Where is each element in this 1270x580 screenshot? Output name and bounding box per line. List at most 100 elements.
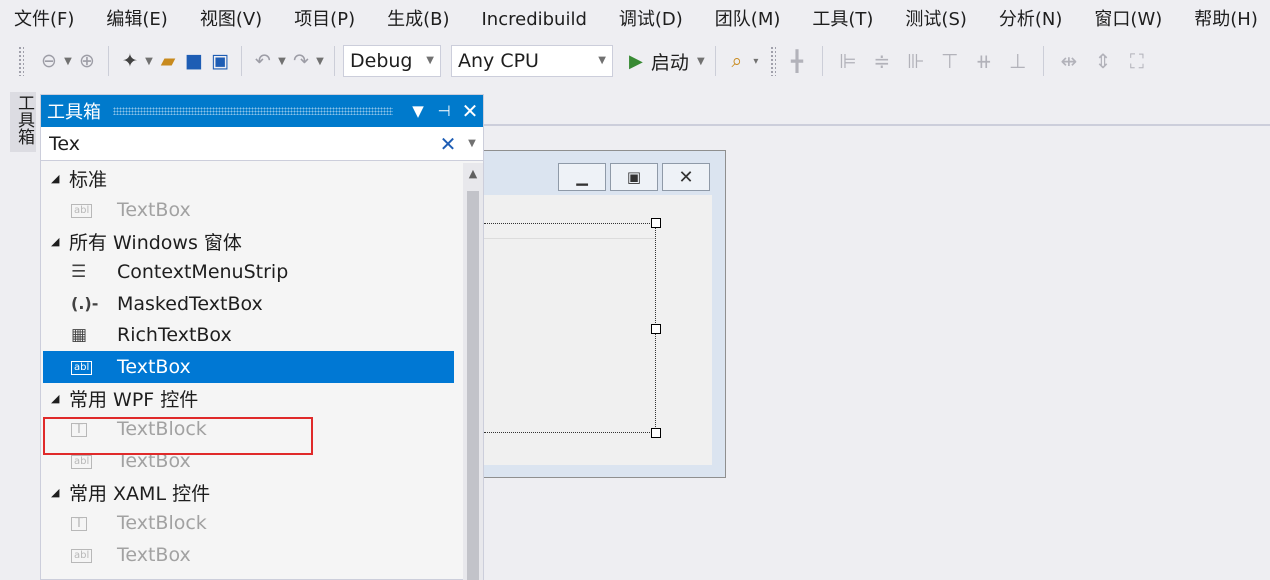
align-centers-icon[interactable]: ≑ [865,49,899,73]
start-dropdown-icon[interactable]: ▼ [695,56,707,67]
collapse-triangle-icon: ◢ [51,172,60,185]
start-button[interactable]: ▶ 启动 ▼ [629,48,707,75]
menu-help[interactable]: 帮助(H) [1178,0,1270,40]
tool-item-textbox[interactable]: abl TextBox [41,539,463,571]
pin-icon[interactable]: ⊣ [431,102,457,120]
align-middles-icon[interactable]: ⧺ [967,49,1001,73]
toolbox-list: ◢ 标准 abl TextBox ◢ 所有 Windows 窗体 ☰ Conte… [41,163,463,571]
resize-handle[interactable] [651,324,661,334]
size-to-grid-icon[interactable]: ⛶ [1120,49,1154,73]
menu-incredibuild[interactable]: Incredibuild [466,0,603,40]
search-input[interactable] [49,132,435,155]
resize-handle[interactable] [651,218,661,228]
menu-analyze[interactable]: 分析(N) [983,0,1079,40]
menu-build[interactable]: 生成(B) [371,0,465,40]
tool-item-textblock[interactable]: T TextBlock [41,414,463,446]
menu-team[interactable]: 团队(M) [699,0,797,40]
menu-project[interactable]: 项目(P) [278,0,371,40]
open-folder-icon[interactable]: ▰ [155,47,181,75]
align-tops-icon[interactable]: ⊤ [933,49,967,73]
group-common-wpf[interactable]: ◢ 常用 WPF 控件 [41,383,463,414]
maximize-icon: ▣ [610,163,658,191]
tool-label: TextBlock [117,512,207,535]
tool-label: TextBlock [117,418,207,441]
tool-item-richtextbox[interactable]: ▦ RichTextBox [41,320,463,352]
toolbox-scrollbar[interactable]: ▲ [463,163,483,580]
toolbox-title-bar[interactable]: 工具箱 ▼ ⊣ ✕ [41,95,483,127]
menu-test[interactable]: 测试(S) [889,0,982,40]
abl-icon: abl [71,547,117,563]
clear-search-icon[interactable]: ✕ [435,132,461,156]
group-all-windows-forms[interactable]: ◢ 所有 Windows 窗体 [41,226,463,257]
form-client-area[interactable] [484,195,712,465]
new-project-icon[interactable]: ✦ [117,47,143,75]
group-label: 所有 Windows 窗体 [69,231,242,254]
toolbar-grip[interactable] [18,46,24,76]
collapse-triangle-icon: ◢ [51,234,60,248]
menu-tools[interactable]: 工具(T) [796,0,889,40]
tool-item-textbox-selected[interactable]: abl TextBox [43,351,454,383]
toolbar-separator [821,46,823,76]
menu-window[interactable]: 窗口(W) [1078,0,1178,40]
align-lefts-icon[interactable]: ⊫ [831,49,865,73]
textbox-inner-border [484,238,655,239]
new-dropdown-icon[interactable]: ▼ [143,56,155,67]
tool-item-contextmenustrip[interactable]: ☰ ContextMenuStrip [41,257,463,289]
textbox-control[interactable] [484,218,661,438]
save-icon[interactable]: ■ [181,47,207,75]
back-icon[interactable]: ⊖ [36,47,62,75]
forward-icon[interactable]: ⊕ [74,47,100,75]
toolbox-search: ✕ ▼ [41,127,483,161]
toolbar-grip[interactable] [769,46,776,76]
tool-label: RichTextBox [117,324,232,347]
menu-debug[interactable]: 调试(D) [603,0,699,40]
tool-item-textbox[interactable]: abl TextBox [41,194,463,226]
menu-edit[interactable]: 编辑(E) [90,0,183,40]
toolbar-separator [1042,46,1044,76]
back-dropdown-icon[interactable]: ▼ [62,56,74,67]
make-same-width-icon[interactable]: ⇹ [1052,49,1086,73]
tool-item-textbox[interactable]: abl TextBox [41,445,463,477]
group-standard[interactable]: ◢ 标准 [41,163,463,194]
form-caption-bar: ▁ ▣ ✕ [484,151,725,191]
collapse-triangle-icon: ◢ [51,485,60,499]
search-options-icon[interactable]: ▼ [461,138,483,149]
make-same-height-icon[interactable]: ⇕ [1086,49,1120,73]
side-tab-label: 工具箱 [14,94,34,145]
save-all-icon[interactable]: ▣ [207,47,233,75]
group-label: 常用 XAML 控件 [69,482,211,505]
resize-handle[interactable] [651,428,661,438]
menu-view[interactable]: 视图(V) [184,0,278,40]
group-common-xaml[interactable]: ◢ 常用 XAML 控件 [41,477,463,508]
find-in-files-icon[interactable]: ⌕ [724,47,750,75]
toolbar-options-icon[interactable]: ▾ [750,56,762,67]
align-to-grid-icon[interactable]: ╋ [780,49,814,73]
redo-dropdown-icon[interactable]: ▼ [314,56,326,67]
toolbar-separator [108,46,109,76]
toolbar-separator [334,46,335,76]
align-rights-icon[interactable]: ⊪ [899,49,933,73]
menu-file[interactable]: 文件(F) [0,0,90,40]
redo-icon[interactable]: ↷ [288,47,314,75]
undo-icon[interactable]: ↶ [250,47,276,75]
chevron-down-icon: ▼ [426,55,434,66]
context-menu-icon: ☰ [71,262,87,283]
undo-dropdown-icon[interactable]: ▼ [276,56,288,67]
scroll-up-icon[interactable]: ▲ [463,163,483,185]
tool-item-textblock[interactable]: T TextBlock [41,508,463,540]
window-position-icon[interactable]: ▼ [405,102,431,120]
textblock-icon: T [71,422,117,437]
richtext-icon: ▦ [71,325,88,346]
masked-icon: (.)- [71,294,99,314]
form-designer-surface[interactable]: ▁ ▣ ✕ [484,124,1270,580]
platform-value: Any CPU [458,50,539,72]
scrollbar-thumb[interactable] [467,191,479,580]
configuration-combo[interactable]: Debug ▼ [343,45,441,77]
align-bottoms-icon[interactable]: ⊥ [1001,49,1035,73]
design-form[interactable]: ▁ ▣ ✕ [484,150,726,478]
close-icon[interactable]: ✕ [457,99,483,123]
toolbox-side-tab[interactable]: 工具箱 [10,92,36,152]
tool-label: TextBox [117,543,191,566]
platform-combo[interactable]: Any CPU ▼ [451,45,613,77]
tool-item-maskedtextbox[interactable]: (.)- MaskedTextBox [41,288,463,320]
